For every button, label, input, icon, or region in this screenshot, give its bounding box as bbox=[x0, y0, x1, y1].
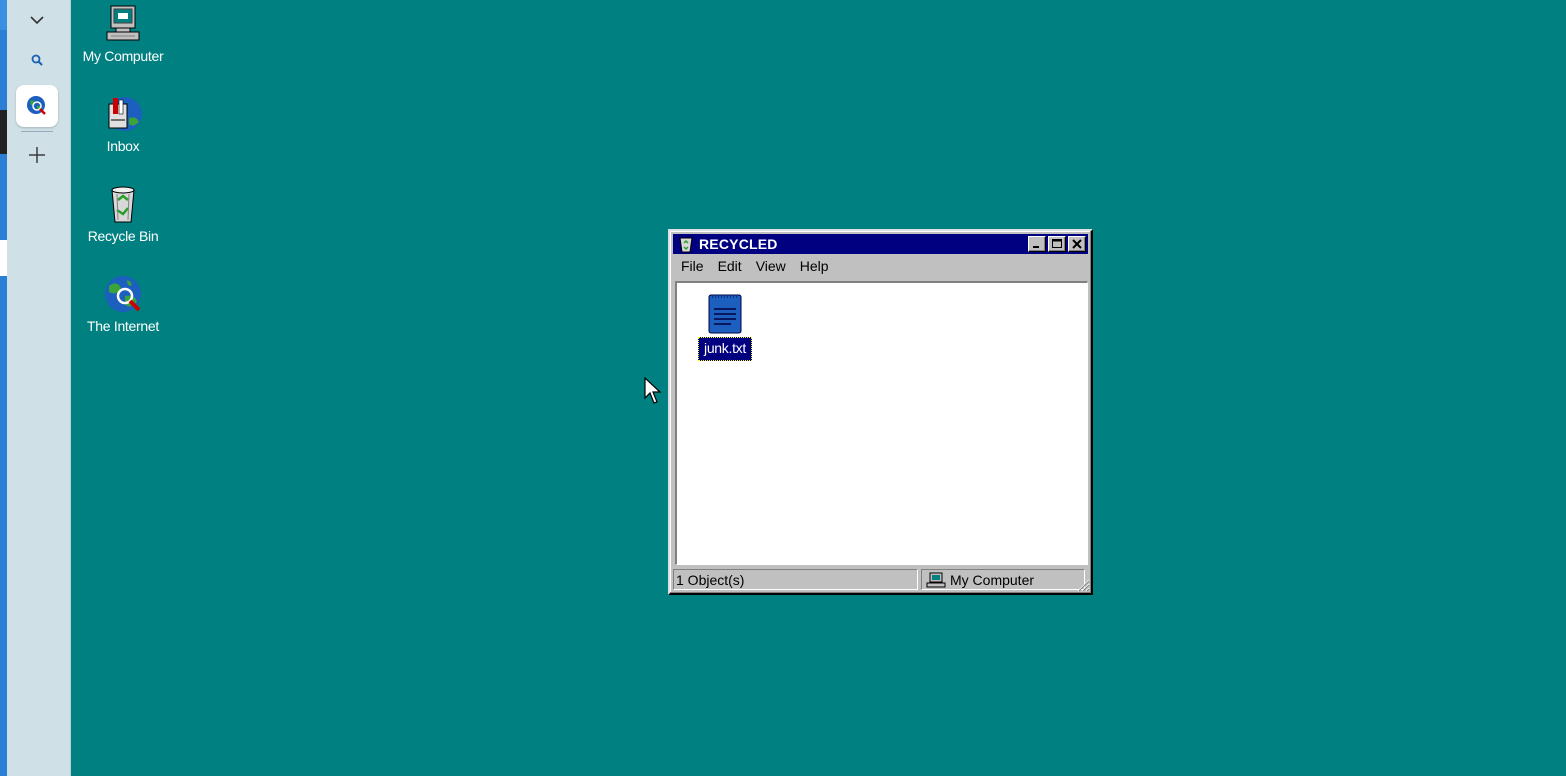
desktop-icon-label: The Internet bbox=[87, 318, 159, 334]
menu-view[interactable]: View bbox=[756, 258, 786, 274]
inbox-icon bbox=[108, 97, 142, 131]
recycled-window[interactable]: RECYCLED File Edit View Help junk.txt 1 … bbox=[668, 229, 1093, 595]
status-location-label: My Computer bbox=[950, 571, 1035, 588]
desktop-icon-label: Recycle Bin bbox=[87, 228, 159, 244]
internet-globe-icon bbox=[105, 276, 141, 312]
plus-icon[interactable] bbox=[16, 137, 58, 173]
close-button[interactable] bbox=[1068, 236, 1086, 252]
desktop-icon-inbox[interactable]: Inbox bbox=[71, 94, 175, 154]
recycle-bin-icon bbox=[111, 186, 135, 223]
minimize-button[interactable] bbox=[1028, 236, 1046, 252]
internet-globe-icon bbox=[27, 96, 46, 115]
resize-grip-icon[interactable] bbox=[1076, 578, 1090, 592]
menu-edit[interactable]: Edit bbox=[718, 258, 742, 274]
close-icon bbox=[1072, 239, 1082, 249]
status-bar: 1 Object(s) My Computer bbox=[673, 568, 1088, 591]
minimize-icon bbox=[1033, 246, 1039, 248]
active-app-tab[interactable] bbox=[16, 85, 58, 127]
window-titlebar[interactable]: RECYCLED bbox=[673, 234, 1088, 254]
desktop-icon-the-internet[interactable]: The Internet bbox=[71, 274, 175, 334]
chevron-down-icon[interactable] bbox=[16, 2, 58, 38]
desktop-icon-label: Inbox bbox=[106, 138, 140, 154]
computer-icon bbox=[106, 5, 140, 41]
computer-icon bbox=[926, 572, 946, 587]
desktop-icon-my-computer[interactable]: My Computer bbox=[71, 4, 175, 64]
desktop-icon-label: My Computer bbox=[82, 48, 164, 64]
text-file-icon bbox=[708, 294, 742, 334]
sidebar-divider bbox=[21, 131, 53, 132]
file-list-pane[interactable]: junk.txt bbox=[675, 281, 1088, 565]
status-location: My Computer bbox=[921, 569, 1085, 590]
file-item-label: junk.txt bbox=[698, 337, 752, 361]
window-title: RECYCLED bbox=[699, 236, 778, 252]
file-item-junk-txt[interactable]: junk.txt bbox=[697, 293, 753, 361]
menu-bar: File Edit View Help bbox=[673, 256, 1088, 276]
menu-file[interactable]: File bbox=[681, 258, 704, 274]
recycle-bin-icon bbox=[679, 237, 693, 253]
menu-help[interactable]: Help bbox=[800, 258, 829, 274]
search-icon[interactable] bbox=[16, 42, 58, 78]
sidebar bbox=[7, 0, 71, 776]
browser-edge-strip bbox=[0, 0, 7, 776]
status-object-count: 1 Object(s) bbox=[673, 569, 918, 590]
maximize-icon bbox=[1052, 239, 1062, 248]
mouse-cursor-icon bbox=[644, 377, 662, 404]
maximize-button[interactable] bbox=[1048, 236, 1066, 252]
desktop-icon-recycle-bin[interactable]: Recycle Bin bbox=[71, 184, 175, 244]
